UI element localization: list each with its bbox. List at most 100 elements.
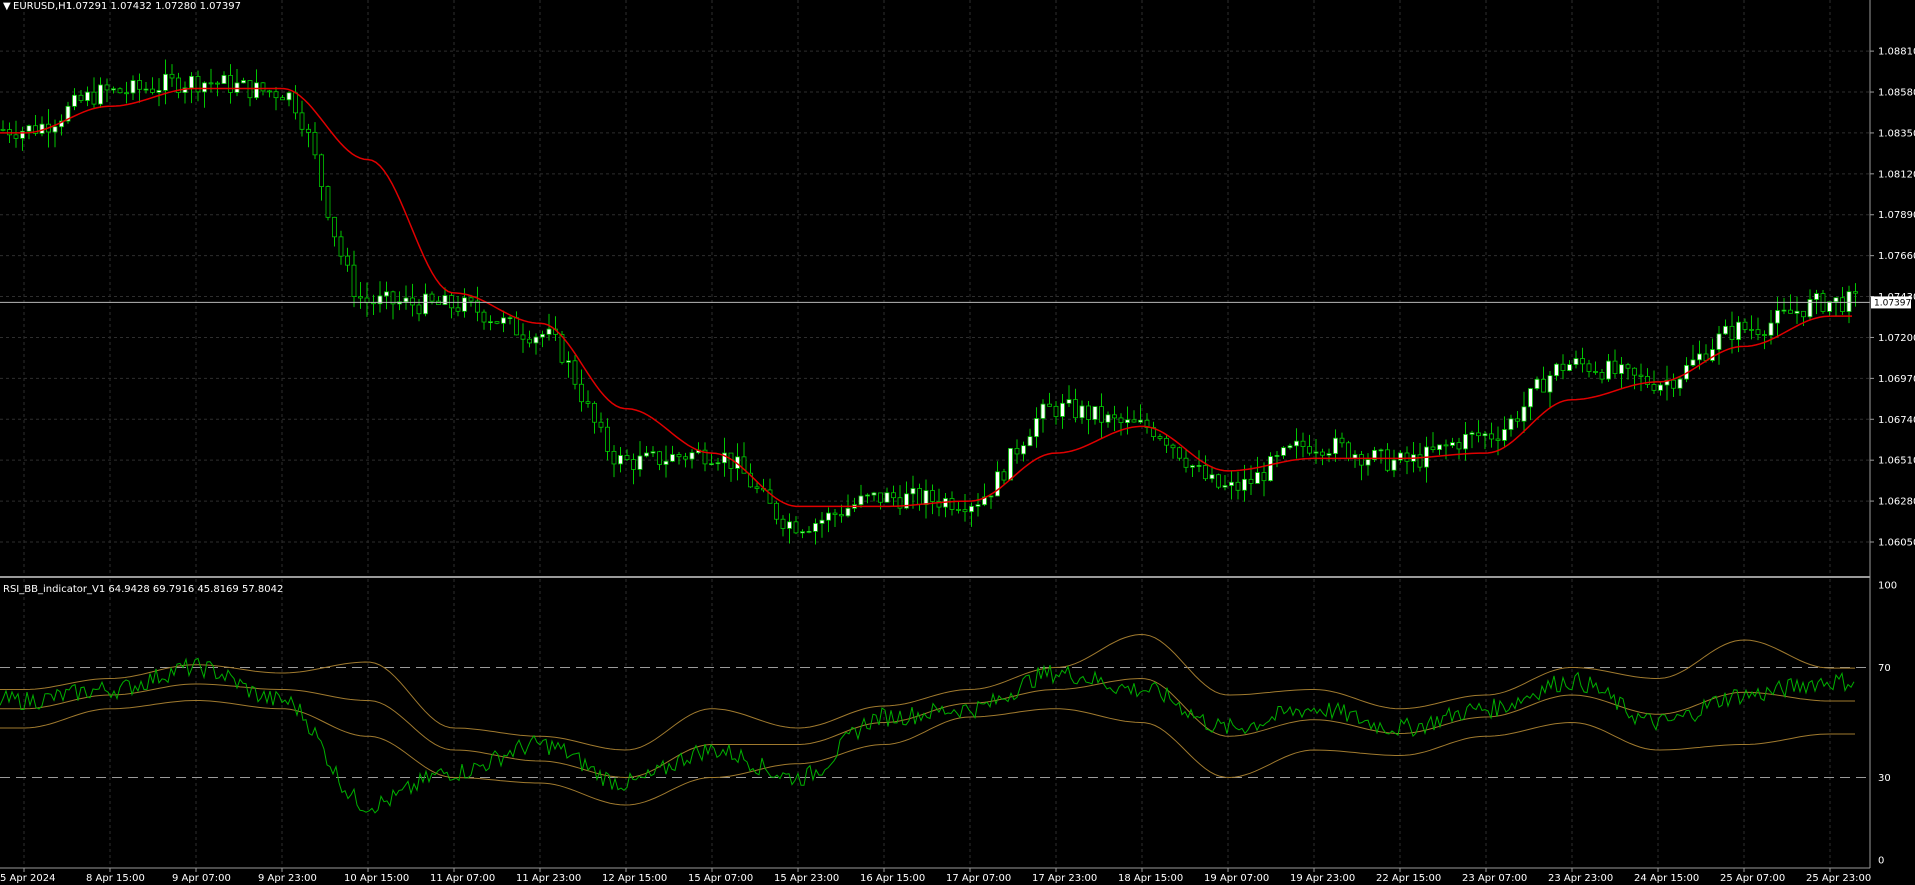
time-label: 12 Apr 15:00 [602,873,667,884]
candle-body [930,490,935,502]
candle-body [1580,358,1585,365]
candle-body [1768,322,1774,336]
candle-body [1450,442,1455,446]
candle-body [975,504,981,507]
candle-body [611,450,617,465]
candle-body [78,94,84,101]
candle-body [1203,465,1208,480]
candle-body [878,492,883,503]
candle-body [1515,418,1520,422]
panel-separator[interactable] [0,576,1870,578]
price-label: 1.08350 [1878,128,1915,139]
candle-body [514,317,519,336]
candle-body [644,452,649,457]
chart-collapse-icon[interactable]: ▼ [3,1,11,12]
candle-body [1482,433,1488,437]
candle-body [1235,481,1241,491]
candle-body [1001,471,1007,481]
candle-body [195,75,201,93]
time-label: 16 Apr 15:00 [860,873,925,884]
candle-body [1138,419,1143,423]
time-label: 9 Apr 07:00 [172,873,231,884]
candle-body [1183,457,1189,468]
candle-body [72,94,77,107]
candle-body [423,293,428,315]
candle-body [1099,406,1104,423]
candle-body [1469,432,1475,435]
candle-body [163,73,168,91]
candle-body [332,216,337,238]
candle-body [1593,371,1598,373]
candle-body [891,492,896,499]
candle-body [1391,459,1397,471]
candle-body [1112,414,1117,419]
ohlc-readout: 1.07291 1.07432 1.07280 1.07397 [66,1,241,12]
candle-body [1320,451,1325,456]
price-label: 1.07200 [1878,333,1915,344]
price-label: 1.06970 [1878,374,1915,385]
candle-body [1027,436,1033,447]
candle-body [319,154,324,187]
time-label: 25 Apr 07:00 [1720,873,1785,884]
candle-body [1333,437,1338,454]
candle-body [156,90,162,93]
candle-body [676,454,682,458]
price-label: 1.06740 [1878,415,1915,426]
candle-body [709,463,714,466]
time-label: 25 Apr 23:00 [1806,873,1871,884]
candle-body [949,498,955,510]
candle-body [384,291,389,297]
candle-body [1060,402,1065,417]
price-label: 1.07660 [1878,251,1915,262]
candle-body [358,296,363,299]
candle-body [1502,429,1507,441]
candle-body [1385,449,1390,471]
candle-body [1476,432,1481,437]
candle-body [1794,310,1800,314]
time-label: 19 Apr 23:00 [1290,873,1355,884]
candle-body [689,452,695,460]
candle-body [416,304,422,315]
candle-body [208,82,214,85]
candle-body [1697,353,1702,361]
candle-body [241,80,246,84]
candle-body [956,509,961,511]
candle-body [1073,399,1078,419]
candle-body [598,421,604,428]
candle-body [754,486,760,489]
candle-body [1157,436,1163,439]
candle-body [1359,454,1364,466]
trading-chart[interactable]: ▼ EURUSD,H1 1.07291 1.07432 1.07280 1.07… [0,0,1915,885]
candle-body [1307,446,1312,454]
candle-body [962,509,968,513]
indicator-level-label: 30 [1878,773,1891,784]
candle-body [1840,297,1845,312]
candle-body [1619,364,1624,374]
time-label: 23 Apr 07:00 [1462,873,1527,884]
candle-body [1495,438,1501,441]
candle-body [839,514,844,517]
time-label: 9 Apr 23:00 [258,873,317,884]
candle-body [85,91,90,101]
candle-body [455,307,461,312]
candle-body [1326,453,1332,456]
candle-body [1554,363,1559,377]
candle-body [1710,349,1715,361]
candle-body [800,531,805,534]
candle-body [1742,321,1748,330]
candle-body [1612,360,1618,374]
time-label: 17 Apr 07:00 [946,873,1011,884]
candle-body [1047,403,1052,407]
candle-body [1534,378,1540,389]
candle-body [1755,329,1761,335]
candle-body [403,297,409,303]
candle-body [1508,418,1514,430]
candle-body [826,512,831,521]
price-label: 1.08810 [1878,47,1915,58]
candle-body [91,91,97,105]
candle-body [286,92,292,101]
candle-body [1658,384,1663,391]
candle-body [988,495,994,498]
candle-body [1651,384,1657,391]
candle-body [819,519,825,524]
